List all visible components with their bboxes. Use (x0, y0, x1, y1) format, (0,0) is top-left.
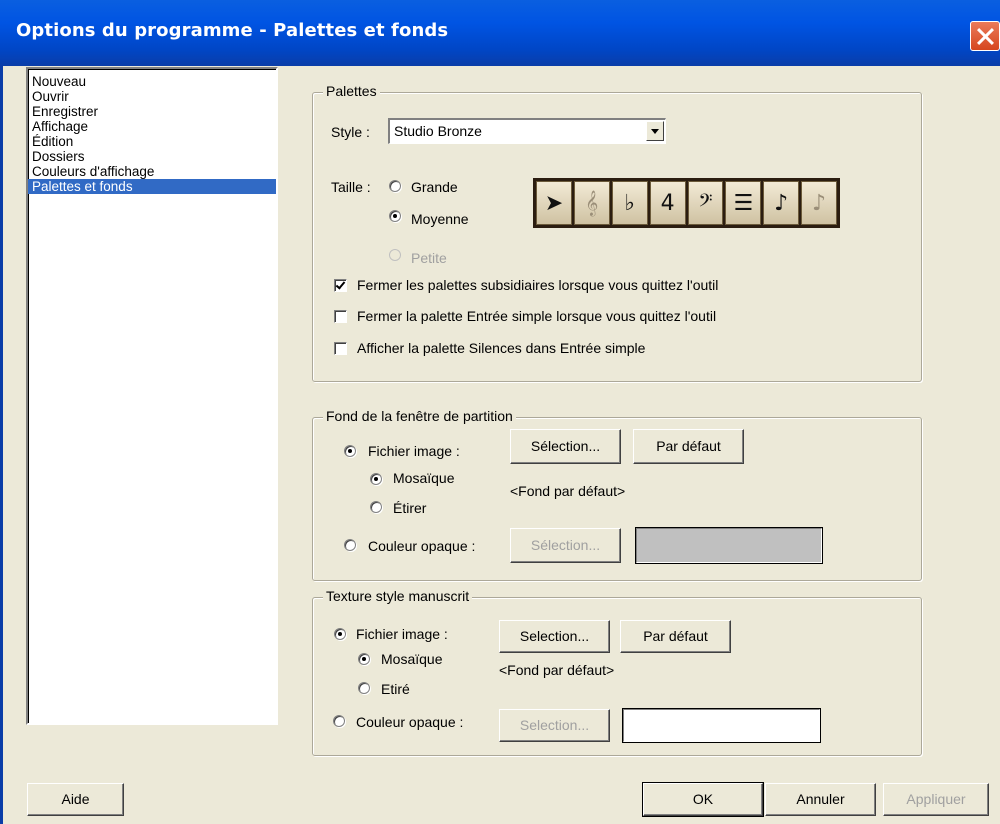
window-title: Options du programme - Palettes et fonds (16, 20, 449, 41)
treble-clef-tool-icon: 𝄞 (573, 181, 610, 225)
score-tile-radio[interactable] (370, 473, 382, 485)
manuscript-texture-group: Texture style manuscrit (312, 588, 922, 756)
manuscript-stretch-label[interactable]: Etiré (381, 681, 410, 697)
style-select-value: Studio Bronze (394, 123, 482, 139)
score-image-file-label[interactable]: Fichier image : (368, 443, 460, 459)
manuscript-solid-color-swatch[interactable] (622, 708, 821, 743)
score-background-legend: Fond de la fenêtre de partition (323, 408, 516, 424)
chevron-down-icon[interactable] (646, 121, 664, 141)
category-item-palettes-fonds[interactable]: Palettes et fonds (28, 179, 276, 194)
title-bar[interactable]: Options du programme - Palettes et fonds (0, 0, 1000, 66)
style-select[interactable]: Studio Bronze (388, 118, 666, 144)
score-solid-color-swatch[interactable] (635, 527, 823, 564)
size-label-grande[interactable]: Grande (411, 179, 458, 195)
key-signature-tool-icon: ♭ (611, 181, 648, 225)
size-label: Taille : (331, 179, 371, 195)
time-signature-tool-icon: 4 (649, 181, 686, 225)
size-label-petite[interactable]: Petite (411, 250, 447, 266)
category-item-couleurs[interactable]: Couleurs d'affichage (28, 164, 276, 179)
manuscript-image-file-radio[interactable] (334, 628, 346, 640)
help-button[interactable]: Aide (27, 783, 124, 816)
category-item-ouvrir[interactable]: Ouvrir (28, 89, 276, 104)
pointer-tool-icon: ➤ (536, 181, 572, 225)
palette-preview: ➤ 𝄞 ♭ 4 𝄢 ☰ ♪ ♪ (533, 178, 840, 228)
manuscript-tile-label[interactable]: Mosaïque (381, 651, 442, 667)
category-item-enregistrer[interactable]: Enregistrer (28, 104, 276, 119)
score-default-button[interactable]: Par défaut (633, 429, 744, 464)
window-frame-left (0, 66, 3, 824)
score-solid-color-label[interactable]: Couleur opaque : (368, 538, 475, 554)
manuscript-solid-color-label[interactable]: Couleur opaque : (356, 714, 463, 730)
size-radio-petite[interactable] (389, 249, 401, 261)
score-tile-label[interactable]: Mosaïque (393, 470, 454, 486)
size-label-moyenne[interactable]: Moyenne (411, 211, 469, 227)
score-stretch-label[interactable]: Étirer (393, 500, 426, 516)
style-label: Style : (331, 124, 370, 140)
manuscript-solid-color-radio[interactable] (333, 715, 345, 727)
close-simple-entry-label[interactable]: Fermer la palette Entrée simple lorsque … (357, 308, 716, 324)
category-item-dossiers[interactable]: Dossiers (28, 149, 276, 164)
size-radio-grande[interactable] (389, 180, 401, 192)
show-rests-palette-label[interactable]: Afficher la palette Silences dans Entrée… (357, 340, 645, 356)
category-list[interactable]: Nouveau Ouvrir Enregistrer Affichage Édi… (26, 67, 278, 725)
apply-button[interactable]: Appliquer (883, 783, 989, 816)
score-stretch-radio[interactable] (370, 501, 382, 513)
manuscript-stretch-radio[interactable] (358, 682, 370, 694)
score-image-file-radio[interactable] (344, 445, 356, 457)
close-subsidiary-palettes-checkbox[interactable] (334, 279, 347, 292)
staff-tool-icon: ☰ (725, 181, 762, 225)
score-solid-color-radio[interactable] (344, 539, 356, 551)
manuscript-current-file: <Fond par défaut> (499, 662, 615, 678)
manuscript-image-file-label[interactable]: Fichier image : (356, 626, 448, 642)
show-rests-palette-checkbox[interactable] (334, 342, 347, 355)
tuplet-tool-icon: ♪ (801, 181, 837, 225)
ok-button[interactable]: OK (642, 782, 764, 817)
manuscript-texture-legend: Texture style manuscrit (323, 588, 473, 604)
size-radio-moyenne[interactable] (389, 210, 401, 222)
note-tool-icon: ♪ (763, 181, 800, 225)
manuscript-default-button[interactable]: Par défaut (620, 620, 731, 653)
bass-clef-tool-icon: 𝄢 (687, 181, 724, 225)
category-item-edition[interactable]: Édition (28, 134, 276, 149)
manuscript-select-button[interactable]: Selection... (499, 620, 610, 653)
manuscript-tile-radio[interactable] (358, 653, 370, 665)
manuscript-solid-select-button[interactable]: Selection... (499, 709, 610, 742)
score-current-file: <Fond par défaut> (510, 483, 626, 499)
close-subsidiary-palettes-label[interactable]: Fermer les palettes subsidiaires lorsque… (357, 277, 718, 293)
close-simple-entry-checkbox[interactable] (334, 310, 347, 323)
palettes-legend: Palettes (323, 83, 380, 99)
score-solid-select-button[interactable]: Sélection... (510, 528, 621, 563)
score-select-button[interactable]: Sélection... (510, 429, 621, 464)
category-item-affichage[interactable]: Affichage (28, 119, 276, 134)
close-icon[interactable] (970, 21, 1000, 51)
category-item-nouveau[interactable]: Nouveau (28, 74, 276, 89)
cancel-button[interactable]: Annuler (765, 783, 876, 816)
